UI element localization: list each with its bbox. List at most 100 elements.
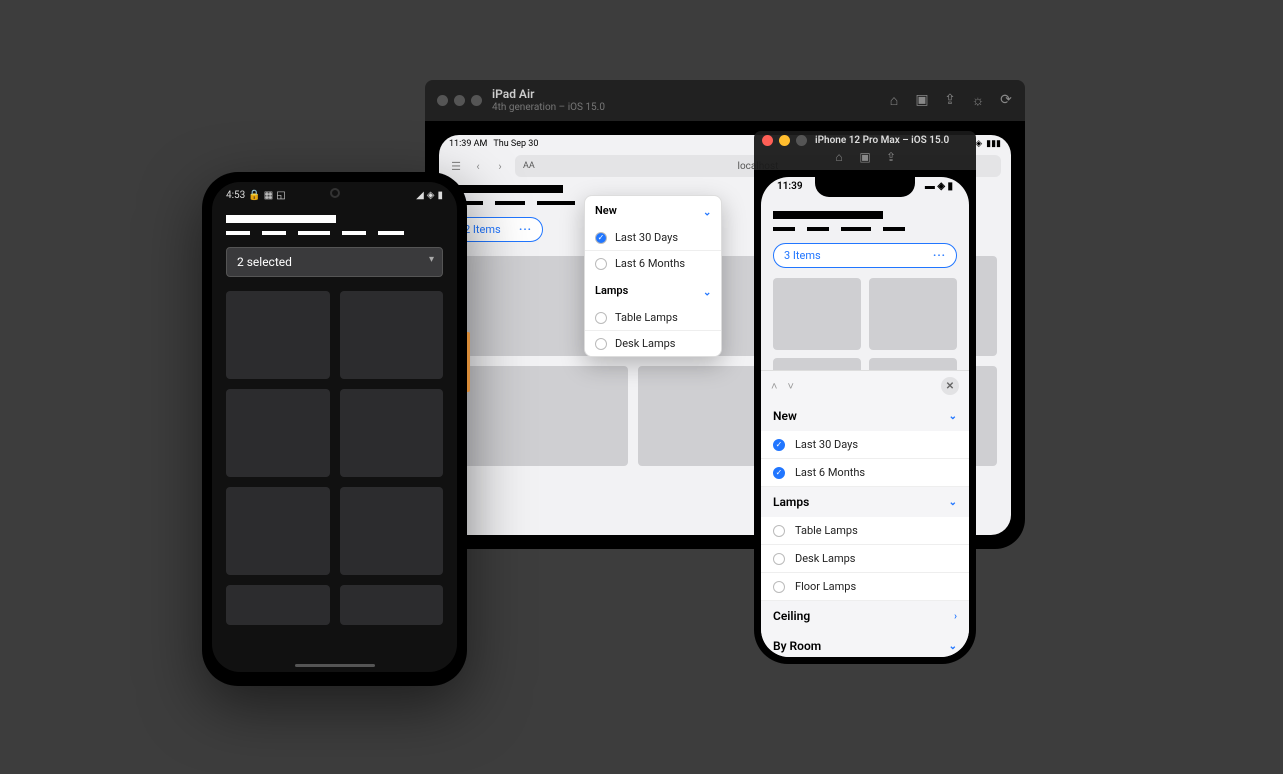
device-name: iPad Air xyxy=(492,88,877,102)
reader-aa[interactable]: AA xyxy=(523,161,535,171)
tab-redacted[interactable] xyxy=(537,201,575,205)
tab-redacted[interactable] xyxy=(807,227,829,231)
filter-option-last-6-months[interactable]: ✓ Last 6 Months xyxy=(761,459,969,487)
ipad-window-title: iPad Air 4th generation – iOS 15.0 xyxy=(492,88,877,113)
traffic-zoom[interactable] xyxy=(796,135,807,146)
tab-redacted[interactable] xyxy=(495,201,525,205)
radio-unchecked-icon xyxy=(595,258,607,270)
product-card[interactable] xyxy=(340,389,444,477)
filter-option-last-6-months[interactable]: Last 6 Months xyxy=(585,251,721,276)
filter-option-desk-lamps[interactable]: Desk Lamps xyxy=(761,545,969,573)
rotate-icon[interactable]: ⟳ xyxy=(999,92,1013,109)
screenshot-icon[interactable]: ▣ xyxy=(858,150,872,164)
section-title: Ceiling xyxy=(773,609,810,623)
filter-option-table-lamps[interactable]: Table Lamps xyxy=(585,305,721,330)
traffic-close[interactable] xyxy=(437,95,448,106)
sheet-section-ceiling[interactable]: Ceiling › xyxy=(761,601,969,631)
filter-pill-label: 3 Items xyxy=(784,249,821,262)
tab-redacted[interactable] xyxy=(262,231,286,235)
radio-unchecked-icon xyxy=(773,553,785,565)
back-icon[interactable]: ‹ xyxy=(471,160,485,173)
chevron-up-icon: ⌃ xyxy=(703,205,711,216)
page-tabs-redacted xyxy=(773,227,957,231)
device-sub: 4th generation – iOS 15.0 xyxy=(492,102,877,114)
android-device: 4:53 🔒 ▦ ◱ ◢ ◈ ▮ xyxy=(202,172,467,686)
radio-unchecked-icon xyxy=(773,525,785,537)
option-label: Desk Lamps xyxy=(795,552,855,565)
forward-icon[interactable]: › xyxy=(493,160,507,173)
camera-hole xyxy=(330,188,340,198)
page-title-redacted xyxy=(453,185,563,193)
sheet-section-by-room[interactable]: By Room ⌄ xyxy=(761,631,969,657)
iphone-statusbar: 11:39 ▬ ◈ ▮ xyxy=(761,181,969,192)
sheet-section-new[interactable]: New ⌄ xyxy=(761,401,969,431)
tab-redacted[interactable] xyxy=(841,227,871,231)
collapse-up-icon[interactable]: ˄ xyxy=(771,380,777,393)
filter-pill[interactable]: 3 Items ··· xyxy=(773,243,957,268)
expand-down-icon[interactable]: ˅ xyxy=(787,380,793,393)
product-card[interactable] xyxy=(226,291,330,379)
window-traffic-lights xyxy=(762,135,807,146)
iphone-bezel: 11:39 ▬ ◈ ▮ 3 Items ··· xyxy=(754,170,976,664)
tab-redacted[interactable] xyxy=(342,231,366,235)
product-card[interactable] xyxy=(773,278,861,350)
filter-pill-more-icon: ··· xyxy=(519,223,532,236)
filter-option-floor-lamps[interactable]: Floor Lamps xyxy=(761,573,969,601)
option-label: Last 6 Months xyxy=(615,257,685,270)
radio-unchecked-icon xyxy=(595,338,607,350)
tab-redacted[interactable] xyxy=(883,227,905,231)
sheet-topbar: ˄ ˅ ✕ xyxy=(761,371,969,401)
appearance-icon[interactable]: ☼ xyxy=(971,92,985,109)
option-label: Table Lamps xyxy=(795,524,858,537)
screenshot-icon[interactable]: ▣ xyxy=(915,92,929,109)
section-title: New xyxy=(773,409,797,423)
filter-popover: New ⌃ ✓ Last 30 Days Last 6 Months Lamps… xyxy=(584,195,722,357)
share-icon[interactable]: ⇪ xyxy=(884,150,898,164)
traffic-minimize[interactable] xyxy=(454,95,465,106)
product-card[interactable] xyxy=(340,487,444,575)
popover-section-new[interactable]: New ⌃ xyxy=(585,196,721,225)
traffic-close[interactable] xyxy=(762,135,773,146)
sidebar-icon[interactable]: ☰ xyxy=(449,160,463,173)
popover-section-lamps[interactable]: Lamps ⌃ xyxy=(585,276,721,305)
filter-bottom-sheet: ˄ ˅ ✕ New ⌄ ✓ Last 30 Days ✓ Last 6 Mont… xyxy=(761,370,969,657)
calendar-icon: ▦ xyxy=(264,190,273,201)
tab-redacted[interactable] xyxy=(226,231,250,235)
status-time: 4:53 xyxy=(226,190,245,201)
traffic-zoom[interactable] xyxy=(471,95,482,106)
power-button[interactable] xyxy=(467,332,470,392)
share-icon[interactable]: ⇪ xyxy=(943,92,957,109)
tab-redacted[interactable] xyxy=(298,231,330,235)
radio-unchecked-icon xyxy=(773,581,785,593)
radio-checked-icon: ✓ xyxy=(773,467,785,479)
device-name: iPhone 12 Pro Max – iOS 15.0 xyxy=(815,135,949,146)
tab-redacted[interactable] xyxy=(773,227,795,231)
product-card[interactable] xyxy=(869,278,957,350)
radio-checked-icon: ✓ xyxy=(595,232,607,244)
filter-option-desk-lamps[interactable]: Desk Lamps xyxy=(585,331,721,356)
filter-option-last-30-days[interactable]: ✓ Last 30 Days xyxy=(585,225,721,250)
chevron-right-icon: › xyxy=(954,611,957,622)
chevron-down-icon: ⌄ xyxy=(949,411,957,422)
product-card[interactable] xyxy=(340,585,444,625)
filter-pill-label: 2 Items xyxy=(464,223,501,236)
filter-select[interactable]: 2 selected xyxy=(226,247,443,277)
option-label: Last 30 Days xyxy=(615,231,678,244)
home-icon[interactable]: ⌂ xyxy=(887,92,901,109)
tab-redacted[interactable] xyxy=(378,231,404,235)
home-icon[interactable]: ⌂ xyxy=(832,150,846,164)
product-card[interactable] xyxy=(453,366,628,466)
traffic-minimize[interactable] xyxy=(779,135,790,146)
product-card[interactable] xyxy=(226,389,330,477)
product-card[interactable] xyxy=(340,291,444,379)
home-indicator[interactable] xyxy=(295,664,375,667)
close-sheet-button[interactable]: ✕ xyxy=(941,377,959,395)
section-title: Lamps xyxy=(773,495,809,509)
app-icon: ◱ xyxy=(276,190,285,201)
iphone-page-content: 3 Items ··· xyxy=(761,177,969,376)
filter-option-last-30-days[interactable]: ✓ Last 30 Days xyxy=(761,431,969,459)
sheet-section-lamps[interactable]: Lamps ⌄ xyxy=(761,487,969,517)
product-card[interactable] xyxy=(226,585,330,625)
filter-option-table-lamps[interactable]: Table Lamps xyxy=(761,517,969,545)
product-card[interactable] xyxy=(226,487,330,575)
